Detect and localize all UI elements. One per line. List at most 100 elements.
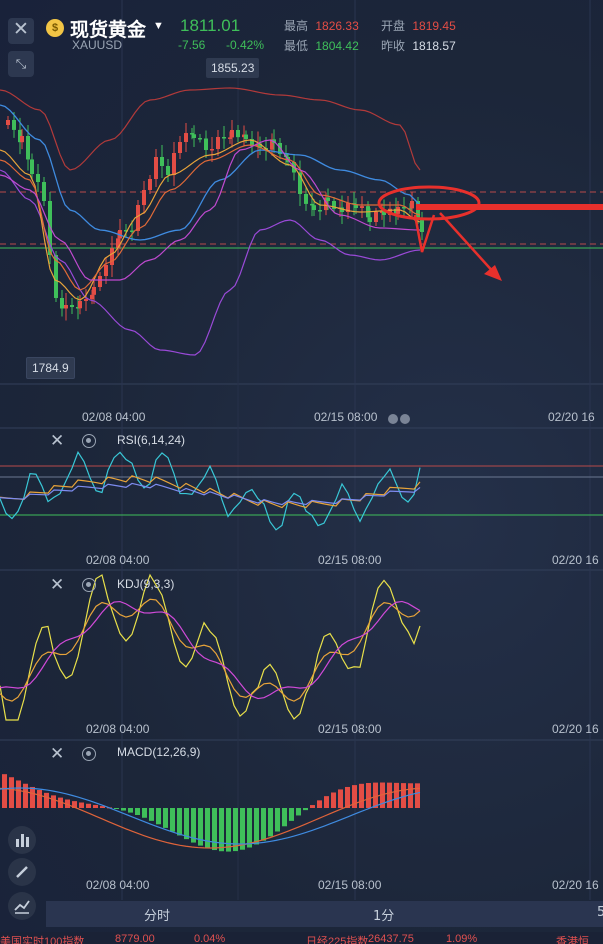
macd-histogram-bar	[261, 808, 266, 841]
macd-histogram-bar	[338, 789, 343, 808]
annotation-arrowhead	[484, 265, 502, 281]
macd-histogram-bar	[296, 808, 301, 816]
macd-histogram-bar	[282, 808, 287, 827]
macd-histogram-bar	[163, 808, 168, 828]
candle-body	[184, 133, 188, 142]
annotation-ellipse	[377, 185, 481, 221]
macd-time-label-3: 02/20 16	[552, 878, 599, 892]
market-ticker[interactable]: 美国实时100指数 8779.00 0.04% 日经225指数 26437.75…	[0, 932, 603, 944]
tab-minute[interactable]: 分时	[144, 905, 170, 924]
macd-histogram-bar	[205, 808, 210, 849]
rsi-time-label-2: 02/15 08:00	[318, 553, 382, 567]
ticker-item-7: 香港恒	[556, 936, 589, 944]
candle-body	[178, 142, 182, 153]
macd-histogram-bar	[331, 792, 336, 808]
low-label: 最低	[284, 39, 309, 53]
close-button[interactable]: ✕	[8, 18, 34, 44]
indicator-overlays	[0, 87, 421, 356]
trend-line-icon	[14, 900, 30, 914]
chart-canvas[interactable]	[0, 0, 603, 944]
macd-histogram-bar	[30, 786, 35, 808]
open-label: 开盘	[381, 19, 406, 33]
macd-histogram-bar	[366, 783, 371, 808]
kdj-time-label-1: 02/08 04:00	[86, 722, 150, 736]
indicator-tool-button[interactable]	[8, 826, 36, 854]
kdj-close-icon[interactable]: ✕	[50, 575, 64, 595]
kdj-time-label-2: 02/15 08:00	[318, 722, 382, 736]
macd-histogram-bar	[212, 808, 217, 851]
candle-body	[160, 157, 164, 166]
candle-body	[304, 194, 308, 204]
macd-histogram-bar	[156, 808, 161, 825]
macd-histogram-bar	[345, 786, 350, 808]
main-time-label-3: 02/20 16	[548, 410, 595, 424]
candle-body	[236, 130, 240, 138]
rsi-time-label-3: 02/20 16	[552, 553, 599, 567]
main-time-label-2: 02/15 08:00	[314, 410, 378, 424]
price-change: -7.56	[178, 38, 206, 52]
macd-histogram-bar	[219, 808, 224, 852]
candle-body	[36, 174, 40, 182]
candle-body	[92, 287, 96, 295]
macd-histogram-bar	[128, 808, 133, 813]
candle-body	[142, 190, 146, 205]
tab-5[interactable]: 5	[597, 905, 603, 920]
candle-body	[110, 248, 114, 265]
draw-tool-button[interactable]	[8, 858, 36, 886]
macd-histogram-bar	[93, 804, 98, 808]
collapse-button[interactable]: ⤡	[8, 51, 34, 77]
bollinger-lower-line	[0, 169, 421, 356]
macd-histogram-bar	[114, 808, 119, 809]
rsi-close-icon[interactable]: ✕	[50, 431, 64, 451]
macd-histogram-bar	[16, 780, 21, 808]
macd-histogram-bar	[79, 802, 84, 808]
candle-body	[230, 130, 234, 138]
macd-histogram-bar	[289, 808, 294, 821]
candle-body	[410, 201, 414, 209]
last-price: 1811.01	[180, 16, 241, 35]
ma10-line	[0, 144, 421, 291]
page-dots[interactable]	[388, 411, 422, 424]
candle-body	[368, 217, 372, 222]
macd-close-icon[interactable]: ✕	[50, 744, 64, 764]
candle-body	[222, 137, 226, 139]
macd-time-label-1: 02/08 04:00	[86, 878, 150, 892]
symbol-code: XAUUSD	[72, 38, 123, 52]
candle-body	[244, 134, 248, 139]
candle-body	[30, 159, 34, 174]
macd-histogram-bar	[226, 808, 231, 852]
line-tool-button[interactable]	[8, 892, 36, 920]
kdj-visibility-icon[interactable]	[82, 578, 96, 592]
macd-visibility-icon[interactable]	[82, 747, 96, 761]
chart-app: ✕ ⤡ $ 现货黄金 ▼ XAUUSD 1811.01 -7.56 -0.42%…	[0, 0, 603, 944]
candle-body	[42, 182, 46, 201]
chevron-down-icon[interactable]: ▼	[153, 20, 164, 32]
candle-body	[26, 136, 30, 160]
candle-body	[60, 298, 64, 309]
candle-body	[78, 301, 82, 309]
macd-histogram-bar	[121, 808, 126, 811]
macd-histogram-bar	[86, 803, 91, 808]
candlestick-series	[6, 112, 424, 321]
macd-histogram-bar	[275, 808, 280, 832]
min-price-tag: 1784.9	[26, 357, 75, 379]
macd-title: MACD(12,26,9)	[117, 745, 201, 759]
macd-histogram-bar	[324, 796, 329, 808]
kdj-title: KDJ(9,3,3)	[117, 577, 175, 591]
macd-histogram-bar	[142, 808, 147, 818]
macd-histogram-bar	[184, 808, 189, 840]
open-value: 1819.45	[412, 19, 456, 33]
price-change-pct: -0.42%	[226, 38, 265, 52]
rsi-visibility-icon[interactable]	[82, 434, 96, 448]
candle-body	[228, 137, 232, 139]
ticker-item-3: 0.04%	[194, 933, 226, 944]
high-quote: 最高 1826.33	[284, 17, 359, 34]
ticker-item-1: 美国实时100指数	[0, 936, 85, 944]
tab-1min[interactable]: 1分	[373, 905, 394, 924]
candle-body	[172, 153, 176, 175]
candle-body	[210, 149, 214, 151]
ticker-item-6: 1.09%	[446, 933, 478, 944]
candle-body	[20, 136, 24, 143]
macd-histogram-bar	[177, 808, 182, 836]
open-quote: 开盘 1819.45	[381, 17, 456, 34]
